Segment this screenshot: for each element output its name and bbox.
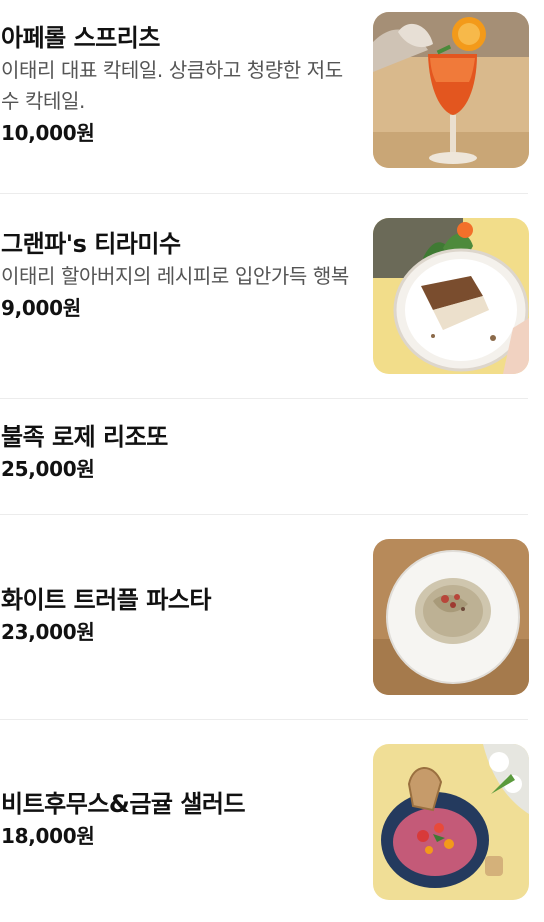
- menu-item-name: 비트후무스&금귤 샐러드: [1, 790, 246, 818]
- menu-item-price: 25,000원: [1, 457, 95, 481]
- menu-item-description: 이태리 할아버지의 레시피로 입안가득 행복: [1, 264, 349, 288]
- menu-item-beet-hummus-salad[interactable]: 비트후무스&금귤 샐러드 18,000원: [0, 720, 529, 922]
- menu-item-description: 이태리 대표 칵테일. 상큼하고 청량한 저도수 칵테일.: [1, 58, 343, 113]
- menu-item-info: 아페롤 스프리츠 이태리 대표 칵테일. 상큼하고 청량한 저도수 칵테일. 1…: [1, 22, 356, 148]
- truffle-pasta-photo: [373, 539, 529, 695]
- menu-item-info: 불족 로제 리조또 25,000원: [1, 421, 356, 484]
- menu-item-info: 비트후무스&금귤 샐러드 18,000원: [1, 788, 356, 851]
- menu-item-truffle-pasta[interactable]: 화이트 트러플 파스타 23,000원: [0, 515, 529, 719]
- menu-item-image[interactable]: [373, 218, 529, 374]
- menu-item-price: 10,000원: [1, 121, 95, 145]
- menu-item-aperol-spritz[interactable]: 아페롤 스프리츠 이태리 대표 칵테일. 상큼하고 청량한 저도수 칵테일. 1…: [0, 0, 529, 193]
- menu-item-image[interactable]: [373, 12, 529, 168]
- menu-item-tiramisu[interactable]: 그랜파's 티라미수 이태리 할아버지의 레시피로 입안가득 행복 9,000원: [0, 194, 529, 399]
- menu-item-name: 화이트 트러플 파스타: [1, 586, 211, 614]
- menu-item-rose-risotto[interactable]: 불족 로제 리조또 25,000원: [0, 399, 528, 514]
- tiramisu-photo: [373, 218, 529, 374]
- menu-item-name: 불족 로제 리조또: [1, 423, 168, 451]
- menu-item-image[interactable]: [373, 539, 529, 695]
- aperol-spritz-photo: [373, 12, 529, 168]
- menu-item-price: 18,000원: [1, 824, 95, 848]
- menu-item-price: 23,000원: [1, 620, 95, 644]
- menu-item-name: 아페롤 스프리츠: [1, 24, 160, 52]
- menu-item-price: 9,000원: [1, 296, 81, 320]
- menu-item-image[interactable]: [373, 744, 529, 900]
- menu-item-info: 그랜파's 티라미수 이태리 할아버지의 레시피로 입안가득 행복 9,000원: [1, 228, 356, 323]
- beet-hummus-salad-photo: [373, 744, 529, 900]
- menu-item-name: 그랜파's 티라미수: [1, 230, 181, 258]
- menu-item-info: 화이트 트러플 파스타 23,000원: [1, 584, 356, 647]
